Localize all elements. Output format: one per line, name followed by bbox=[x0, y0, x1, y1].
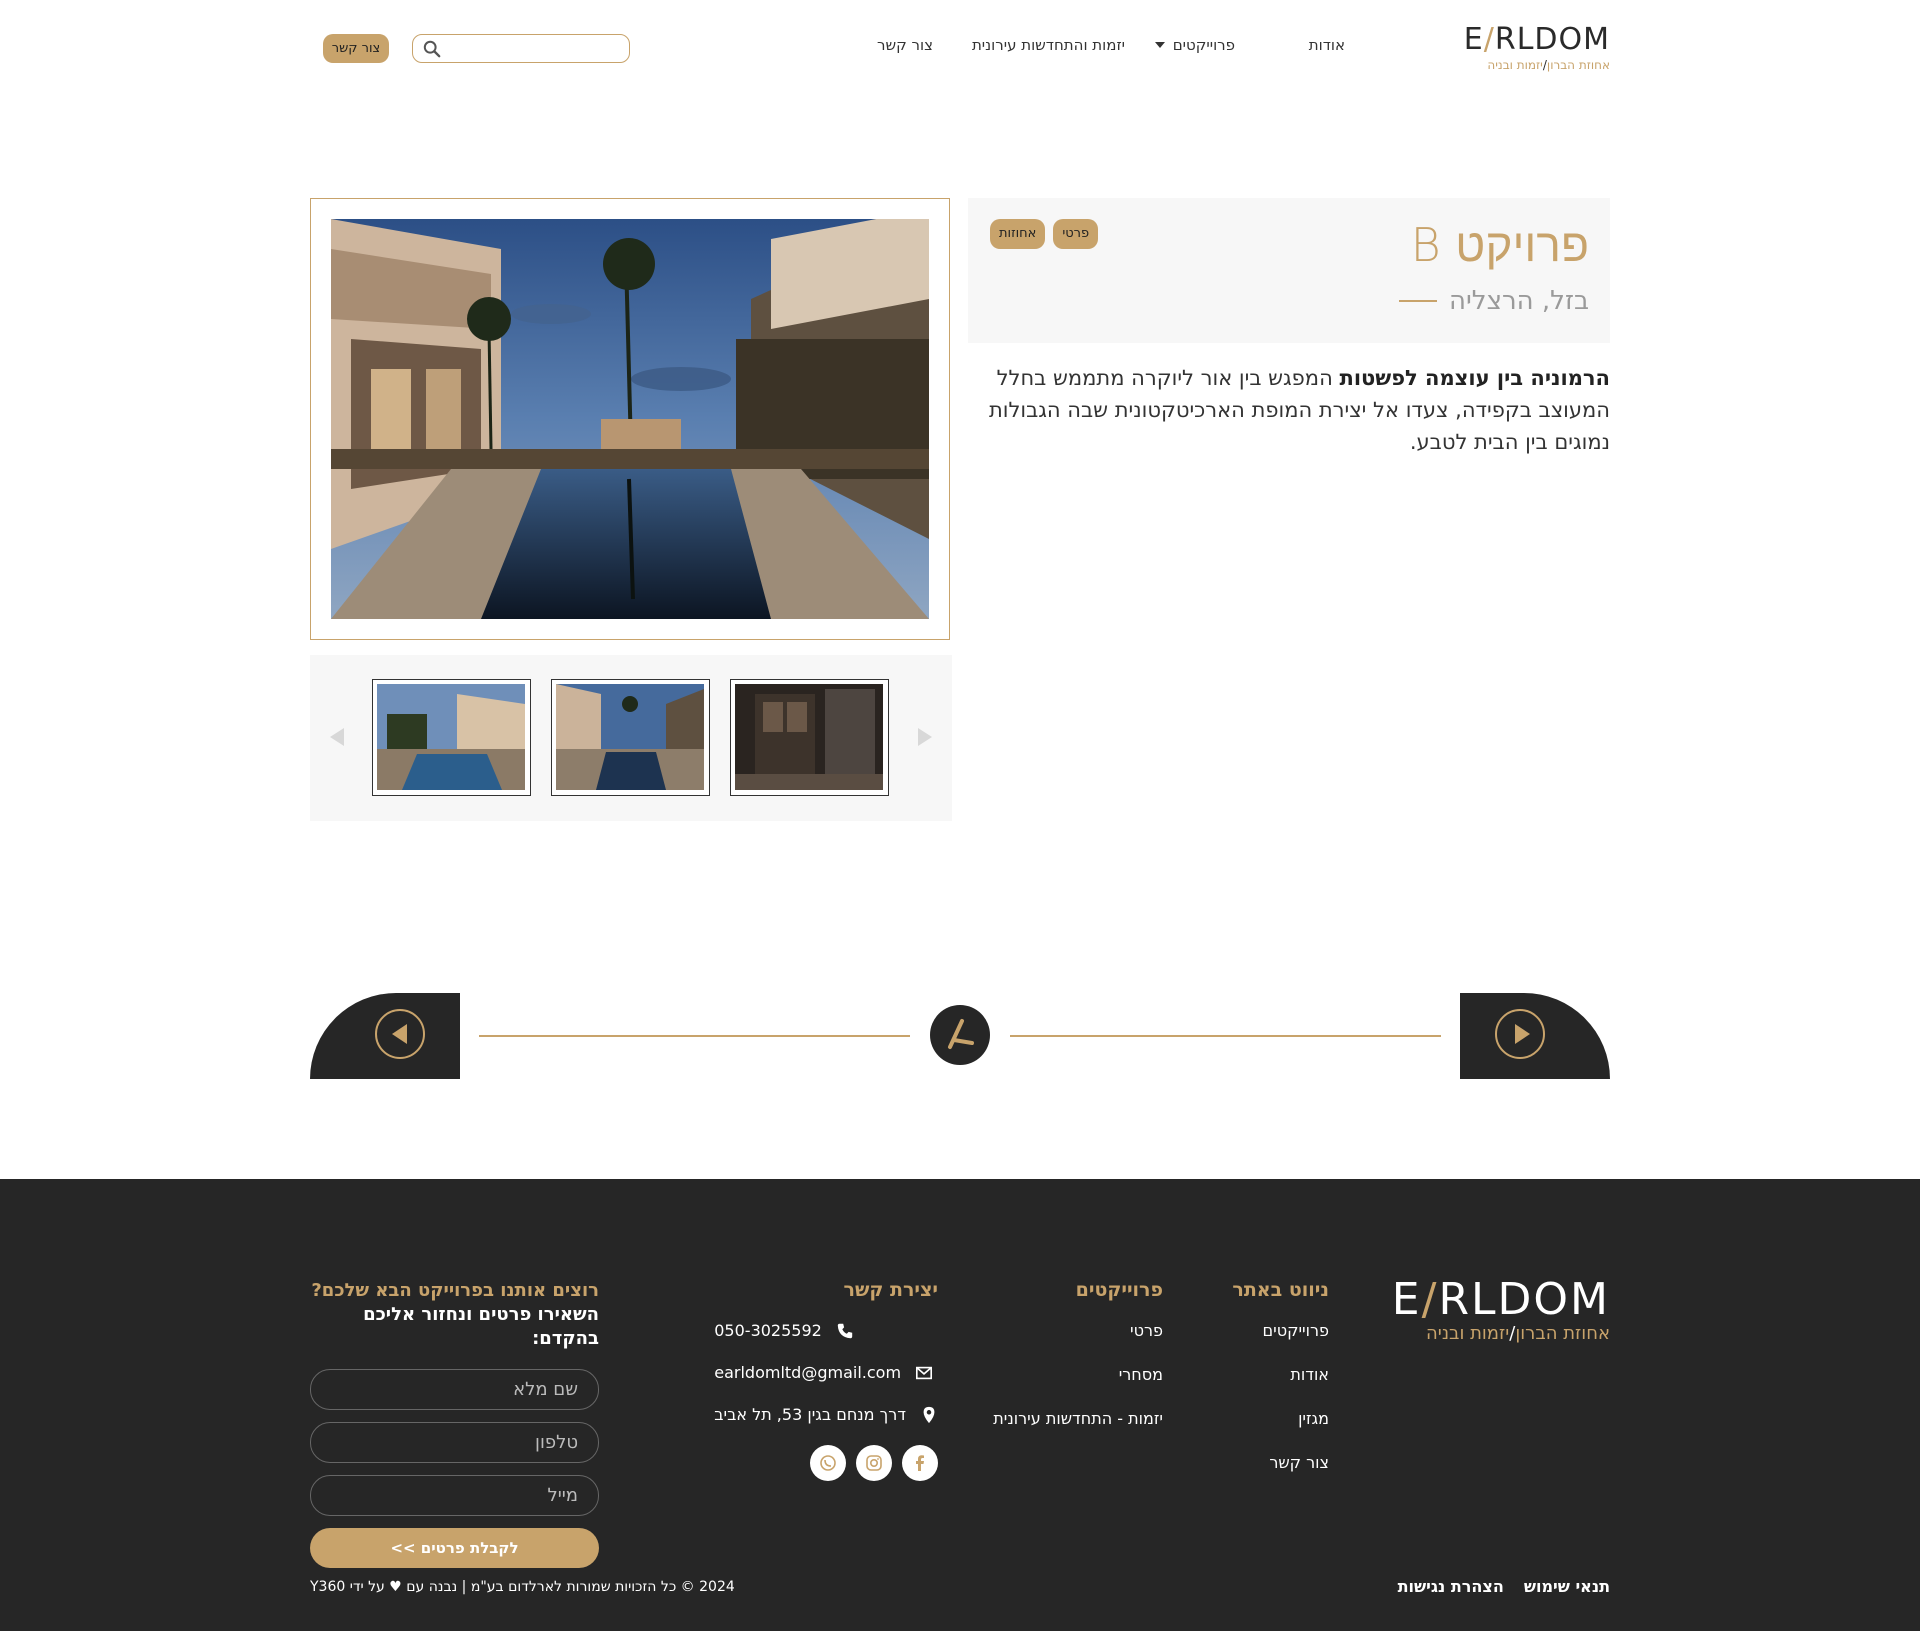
footer-logo[interactable]: E/RLDOM אחוזת הברון/יזמות ובניה bbox=[1392, 1277, 1610, 1345]
thumbnail-3-photo bbox=[735, 684, 883, 790]
previous-project-button[interactable] bbox=[310, 993, 460, 1079]
contact-cta-button[interactable]: צור קשר bbox=[323, 34, 389, 63]
form-heading: רוצים אותנו בפרוייקט הבא שלכם? bbox=[311, 1280, 599, 1301]
footer-email: earldomltd@gmail.com bbox=[714, 1363, 902, 1382]
tag-private[interactable]: פרטי bbox=[1053, 219, 1099, 249]
footer-phone: 050-3025592 bbox=[714, 1321, 822, 1340]
nav-projects-label: פרוייקטים bbox=[1172, 36, 1235, 54]
arrow-right-icon bbox=[1515, 1024, 1530, 1044]
footer-address: דרך מנחם בגין 53, תל אביב bbox=[714, 1405, 906, 1424]
main-project-photo[interactable] bbox=[331, 219, 929, 619]
thumbnail-strip bbox=[310, 655, 952, 821]
accessibility-link[interactable]: הצהרת נגישות bbox=[1398, 1577, 1504, 1596]
project-location-text: בזל, הרצליה bbox=[1448, 286, 1589, 316]
divider-line-right bbox=[1010, 1035, 1441, 1037]
search-input[interactable] bbox=[445, 35, 625, 61]
footer-nav-heading: ניווט באתר bbox=[1232, 1279, 1329, 1301]
footer-link-urban-renewal[interactable]: יזמות - התחדשות עירונית bbox=[993, 1407, 1163, 1431]
footer-phone-row[interactable]: 050-3025592 bbox=[714, 1319, 938, 1343]
tag-estates[interactable]: אחוזות bbox=[990, 219, 1046, 249]
footer-contact-column: יצירת קשר 050-3025592 earldomltd@gmail.c… bbox=[714, 1279, 938, 1481]
footer-logo-tag-left: אחוזת הברון bbox=[1515, 1323, 1610, 1344]
footer-projects-column: פרוייקטים פרטי מסחרי יזמות - התחדשות עיר… bbox=[993, 1279, 1163, 1451]
brand-mark-icon bbox=[930, 1005, 990, 1065]
copyright: 2024 © כל הזכויות שמורות לארלדום בע"מ | … bbox=[310, 1579, 735, 1595]
main-image-frame bbox=[310, 198, 950, 640]
project-description: הרמוניה בין עוצמה לפשטות המפגש בין אור ל… bbox=[984, 362, 1610, 458]
thumbnail-2-photo bbox=[556, 684, 704, 790]
next-arrow-circle bbox=[1495, 1009, 1545, 1059]
logo-tag-right: יזמות ובניה bbox=[1487, 58, 1543, 72]
project-description-bold: הרמוניה בין עוצמה לפשטות bbox=[1339, 366, 1610, 390]
thumbnail-2[interactable] bbox=[551, 679, 710, 796]
nav-contact[interactable]: צור קשר bbox=[877, 36, 933, 54]
footer-link-about[interactable]: אודות bbox=[1232, 1363, 1329, 1387]
terms-link[interactable]: תנאי שימוש bbox=[1524, 1577, 1610, 1596]
footer-nav-column: ניווט באתר פרוייקטים אודות מגזין צור קשר bbox=[1232, 1279, 1329, 1495]
legal-links: תנאי שימוש הצהרת נגישות bbox=[1398, 1577, 1610, 1596]
next-project-button[interactable] bbox=[1460, 993, 1610, 1079]
social-links bbox=[714, 1445, 938, 1481]
submit-button[interactable]: לקבלת פרטים >> bbox=[310, 1528, 599, 1568]
previous-arrow-circle bbox=[375, 1009, 425, 1059]
site-logo[interactable]: E/RLDOM אחוזת הברון/יזמות ובניה bbox=[1450, 22, 1610, 73]
footer-logo-tag-right: יזמות ובניה bbox=[1426, 1323, 1510, 1344]
footer-link-commercial[interactable]: מסחרי bbox=[993, 1363, 1163, 1387]
project-tags: אחוזות פרטי bbox=[990, 219, 1099, 249]
footer-link-contact[interactable]: צור קשר bbox=[1232, 1451, 1329, 1475]
mail-icon bbox=[916, 1366, 933, 1380]
footer-projects-heading: פרוייקטים bbox=[1075, 1279, 1163, 1301]
name-field[interactable] bbox=[310, 1369, 599, 1410]
nav-initiative[interactable]: יזמות והתחדשות עירונית bbox=[972, 36, 1125, 54]
search-icon[interactable] bbox=[423, 40, 441, 58]
footer-logo-tagline: אחוזת הברון/יזמות ובניה bbox=[1426, 1323, 1610, 1344]
site-footer: E/RLDOM אחוזת הברון/יזמות ובניה ניווט בא… bbox=[0, 1179, 1920, 1631]
thumbnails-prev-icon[interactable] bbox=[330, 728, 344, 746]
footer-contact-heading: יצירת קשר bbox=[843, 1279, 938, 1301]
email-field[interactable] bbox=[310, 1475, 599, 1516]
site-header: E/RLDOM אחוזת הברון/יזמות ובניה אודות פר… bbox=[0, 0, 1920, 100]
phone-field[interactable] bbox=[310, 1422, 599, 1463]
footer-logo-wordmark: E/RLDOM bbox=[1391, 1274, 1610, 1325]
location-dash bbox=[1398, 300, 1437, 302]
logo-tagline: אחוזת הברון/יזמות ובניה bbox=[1487, 58, 1610, 72]
facebook-icon[interactable] bbox=[902, 1445, 938, 1481]
project-title: פרויקט B bbox=[1410, 218, 1589, 272]
logo-wordmark: E/RLDOM bbox=[1463, 22, 1610, 57]
footer-address-row[interactable]: דרך מנחם בגין 53, תל אביב bbox=[714, 1403, 938, 1427]
instagram-icon[interactable] bbox=[856, 1445, 892, 1481]
nav-about[interactable]: אודות bbox=[1309, 36, 1345, 54]
location-pin-icon bbox=[923, 1406, 935, 1424]
thumbnails-next-icon[interactable] bbox=[918, 728, 932, 746]
form-subheading: השאירו פרטים ונחזור אליכם בהקדם: bbox=[363, 1304, 599, 1349]
footer-link-private[interactable]: פרטי bbox=[993, 1319, 1163, 1343]
footer-link-projects[interactable]: פרוייקטים bbox=[1232, 1319, 1329, 1343]
whatsapp-icon[interactable] bbox=[810, 1445, 846, 1481]
nav-projects[interactable]: פרוייקטים bbox=[1154, 36, 1235, 54]
project-location: בזל, הרצליה bbox=[1398, 286, 1589, 316]
footer-link-magazine[interactable]: מגזין bbox=[1232, 1407, 1329, 1431]
arrow-left-icon bbox=[392, 1024, 407, 1044]
search-box bbox=[412, 34, 630, 63]
thumbnail-3[interactable] bbox=[730, 679, 889, 796]
footer-email-row[interactable]: earldomltd@gmail.com bbox=[714, 1361, 938, 1385]
thumbnail-1[interactable] bbox=[372, 679, 531, 796]
divider-line-left bbox=[479, 1035, 910, 1037]
logo-tag-left: אחוזת הברון bbox=[1546, 58, 1610, 72]
chevron-down-icon[interactable] bbox=[1154, 42, 1165, 48]
lead-form: רוצים אותנו בפרוייקט הבא שלכם? השאירו פר… bbox=[310, 1279, 599, 1568]
thumbnail-1-photo bbox=[377, 684, 525, 790]
project-info-box: פרויקט B בזל, הרצליה אחוזות פרטי bbox=[968, 198, 1610, 343]
phone-icon bbox=[837, 1323, 853, 1339]
